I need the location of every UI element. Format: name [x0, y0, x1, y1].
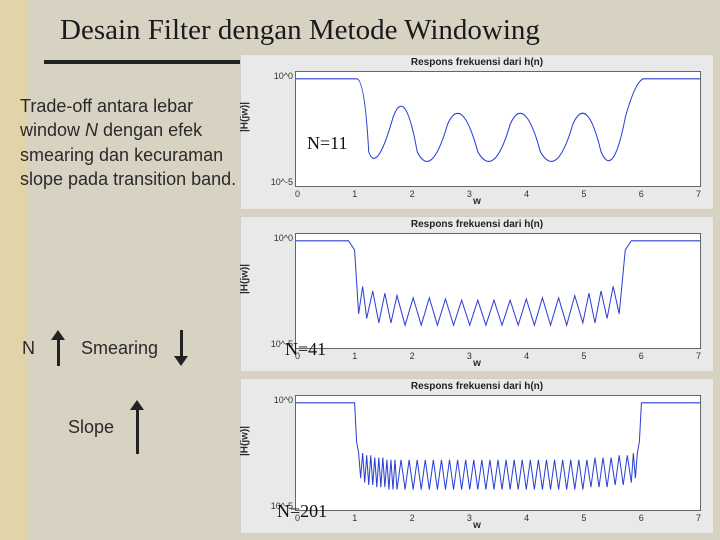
para-nvar: N — [85, 120, 98, 140]
arrow-row-1: N Smearing — [22, 330, 188, 366]
arrow-up-icon — [51, 330, 65, 366]
plot-axes — [295, 233, 701, 349]
plots-container: Respons frekuensi dari h(n) |H(jw)| w 10… — [240, 54, 714, 534]
arrow-row-2: Slope — [68, 400, 144, 454]
plot-axes — [295, 395, 701, 511]
plot-yticks: 10^0 10^-5 — [269, 395, 293, 511]
freq-response-plot-n41: Respons frekuensi dari h(n) |H(jw)| w 10… — [240, 216, 714, 372]
plot-axes — [295, 71, 701, 187]
plot-yticks: 10^0 10^-5 — [269, 233, 293, 349]
freq-response-plot-n201: Respons frekuensi dari h(n) |H(jw)| w 10… — [240, 378, 714, 534]
smearing-label: Smearing — [81, 338, 158, 359]
n-annotation: N=41 — [285, 339, 326, 360]
plot-ylabel: |H(jw)| — [240, 426, 251, 456]
n-label: N — [22, 338, 35, 359]
freq-response-plot-n11: Respons frekuensi dari h(n) |H(jw)| w 10… — [240, 54, 714, 210]
plot-xticks: 0 1 2 3 4 5 6 7 — [295, 189, 701, 199]
decorative-side-stripe — [0, 0, 28, 540]
plot-ylabel: |H(jw)| — [240, 102, 251, 132]
slope-label: Slope — [68, 417, 114, 438]
plot-xticks: 0 1 2 3 4 5 6 7 — [295, 513, 701, 523]
n-annotation: N=11 — [307, 133, 347, 154]
plot-title: Respons frekuensi dari h(n) — [241, 219, 713, 230]
title-underline — [44, 60, 242, 64]
body-paragraph: Trade-off antara lebar window N dengan e… — [20, 94, 238, 191]
page-title: Desain Filter dengan Metode Windowing — [60, 14, 540, 47]
plot-title: Respons frekuensi dari h(n) — [241, 381, 713, 392]
plot-ylabel: |H(jw)| — [240, 264, 251, 294]
plot-xticks: 0 1 2 3 4 5 6 7 — [295, 351, 701, 361]
plot-title: Respons frekuensi dari h(n) — [241, 57, 713, 68]
arrow-down-icon — [174, 330, 188, 366]
n-annotation: N=201 — [277, 501, 327, 522]
plot-yticks: 10^0 10^-5 — [269, 71, 293, 187]
arrow-up-icon — [130, 400, 144, 454]
